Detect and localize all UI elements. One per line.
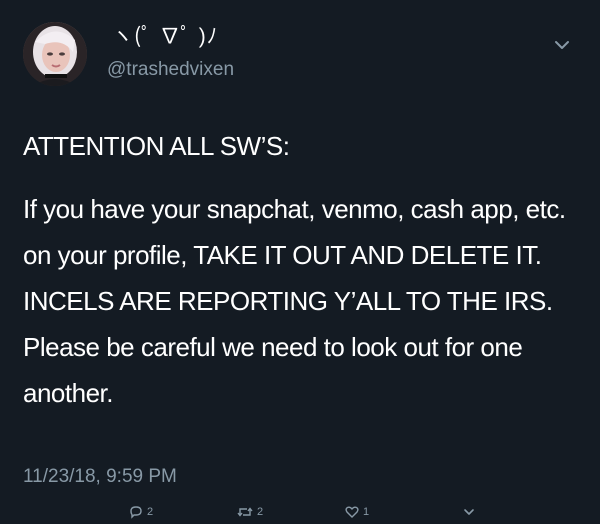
share-icon <box>462 505 476 519</box>
share-button[interactable] <box>462 504 476 520</box>
tweet-timestamp[interactable]: 11/23/18, 9:59 PM <box>23 466 177 488</box>
chevron-down-icon[interactable] <box>553 38 571 52</box>
heart-icon <box>345 505 359 519</box>
display-name[interactable]: ヽ(ﾟ ∇ﾟ )ﾉ <box>112 24 218 50</box>
tweet-body: If you have your snapchat, venmo, cash a… <box>23 194 566 408</box>
retweet-button[interactable]: 2 <box>237 504 263 520</box>
reply-count: 2 <box>147 506 154 518</box>
action-bar: 2 2 1 <box>0 504 600 522</box>
reply-button[interactable]: 2 <box>129 504 153 520</box>
tweet-heading: ATTENTION ALL SW’S: <box>23 131 290 161</box>
retweet-icon <box>237 505 253 519</box>
like-count: 1 <box>363 506 370 518</box>
user-handle[interactable]: @trashedvixen <box>107 58 234 82</box>
avatar[interactable] <box>23 22 87 86</box>
tweet-card: ヽ(ﾟ ∇ﾟ )ﾉ @trashedvixen ATTENTION ALL SW… <box>0 0 600 524</box>
retweet-count: 2 <box>257 506 264 518</box>
reply-icon <box>129 505 143 519</box>
like-button[interactable]: 1 <box>345 504 369 520</box>
